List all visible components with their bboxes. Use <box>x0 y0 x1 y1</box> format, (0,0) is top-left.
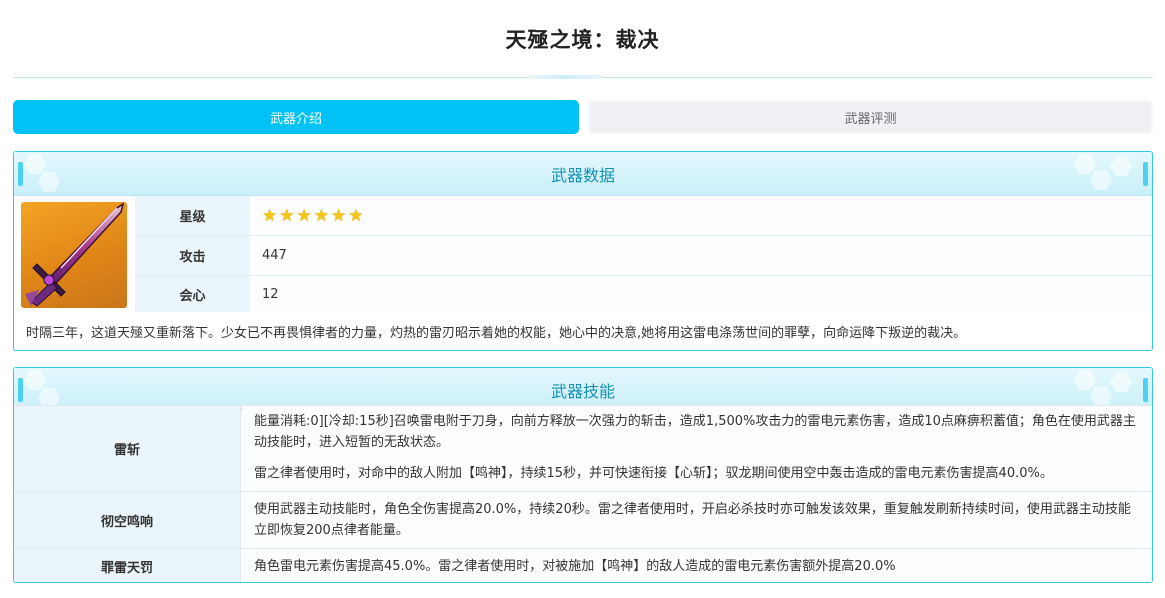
hexagon-decoration-icon <box>1090 170 1112 190</box>
skill-description: 能量消耗:0][冷却:15秒]召唤雷电附于刀身，向前方释放一次强力的斩击，造成1… <box>242 406 1152 491</box>
rarity-stars: ★ ★ ★ ★ ★ ★ <box>262 206 364 226</box>
tab-weapon-review[interactable]: 武器评测 <box>588 100 1153 134</box>
skill-name: 彻空鸣响 <box>14 492 241 548</box>
weapon-sword-icon <box>21 202 127 308</box>
hexagon-decoration-icon <box>1110 372 1132 392</box>
weapon-skills-panel: 武器技能 雷斩 能量消耗:0][冷却:15秒]召唤雷电附于刀身，向前方释放一次强… <box>13 367 1153 583</box>
star-icon: ★ <box>348 205 364 226</box>
skill-description: 使用武器主动技能时，角色全伤害提高20.0%，持续20秒。雷之律者使用时，开启必… <box>242 492 1152 548</box>
header-right-accent <box>1143 378 1148 402</box>
skill-description: 角色雷电元素伤害提高45.0%。雷之律者使用时，对被施加【鸣神】的敌人造成的雷电… <box>242 549 1152 582</box>
stat-value: 447 <box>250 236 1152 275</box>
skill-paragraph: 雷之律者使用时，对命中的敌人附加【鸣神】，持续15秒，并可快速衔接【心斩】；驭龙… <box>254 466 1053 481</box>
hexagon-decoration-icon <box>1074 154 1096 174</box>
skill-row: 彻空鸣响 使用武器主动技能时，角色全伤害提高20.0%，持续20秒。雷之律者使用… <box>14 491 1152 548</box>
hexagon-decoration-icon <box>38 172 60 192</box>
stat-row-rarity: 星级 ★ ★ ★ ★ ★ ★ <box>135 196 1152 236</box>
skill-row: 雷斩 能量消耗:0][冷却:15秒]召唤雷电附于刀身，向前方释放一次强力的斩击，… <box>14 405 1152 491</box>
star-icon: ★ <box>296 205 312 226</box>
page-title: 天殛之境：裁决 <box>505 28 660 52</box>
skill-paragraph: 能量消耗:0][冷却:15秒]召唤雷电附于刀身，向前方释放一次强力的斩击，造成1… <box>254 414 1136 450</box>
weapon-data-body: 星级 ★ ★ ★ ★ ★ ★ 攻击 447 会心 12 <box>14 196 1152 312</box>
skill-name: 罪雷天罚 <box>14 549 241 582</box>
hexagon-decoration-icon <box>1074 370 1096 390</box>
weapon-skills-title: 武器技能 <box>550 381 615 401</box>
hexagon-decoration-icon <box>24 154 46 174</box>
star-icon: ★ <box>279 205 295 226</box>
star-icon: ★ <box>262 205 278 226</box>
hexagon-decoration-icon <box>24 370 46 390</box>
hexagon-decoration-icon <box>1090 386 1112 406</box>
skill-name: 雷斩 <box>14 406 241 491</box>
weapon-data-title: 武器数据 <box>550 165 615 185</box>
title-divider-ornament <box>530 75 602 79</box>
stat-value: ★ ★ ★ ★ ★ ★ <box>250 196 1152 235</box>
star-icon: ★ <box>313 205 329 226</box>
weapon-data-header: 武器数据 <box>14 152 1152 196</box>
tab-weapon-intro[interactable]: 武器介绍 <box>13 100 579 134</box>
header-right-accent <box>1143 162 1148 186</box>
stat-label: 星级 <box>135 196 250 235</box>
stat-row-crit: 会心 12 <box>135 276 1152 312</box>
stat-value: 12 <box>250 276 1152 312</box>
weapon-description: 时隔三年，这道天殛又重新落下。少女已不再畏惧律者的力量，灼热的雷刃昭示着她的权能… <box>26 325 967 341</box>
header-left-accent <box>18 378 23 402</box>
stat-label: 攻击 <box>135 236 250 275</box>
skill-paragraph: 角色雷电元素伤害提高45.0%。雷之律者使用时，对被施加【鸣神】的敌人造成的雷电… <box>254 559 896 574</box>
stat-row-attack: 攻击 447 <box>135 236 1152 276</box>
stat-label: 会心 <box>135 276 250 312</box>
star-icon: ★ <box>331 205 347 226</box>
skill-paragraph: 使用武器主动技能时，角色全伤害提高20.0%，持续20秒。雷之律者使用时，开启必… <box>254 502 1131 538</box>
header-left-accent <box>18 162 23 186</box>
hexagon-decoration-icon <box>1110 156 1132 176</box>
weapon-data-panel: 武器数据 星级 ★ ★ ★ ★ ★ ★ 攻击 447 会心 12 时隔三年，这道… <box>13 151 1153 351</box>
skill-row: 罪雷天罚 角色雷电元素伤害提高45.0%。雷之律者使用时，对被施加【鸣神】的敌人… <box>14 548 1152 582</box>
